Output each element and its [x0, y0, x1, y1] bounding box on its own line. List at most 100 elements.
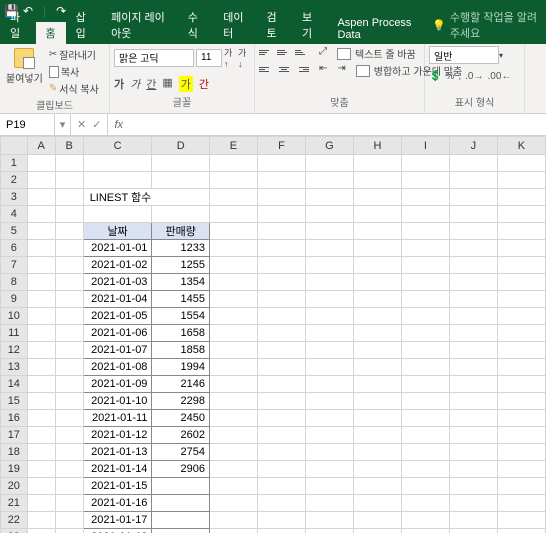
percent-format-button[interactable]: % — [445, 71, 454, 82]
row-header-23[interactable]: 23 — [1, 529, 28, 533]
cell-A15[interactable] — [27, 393, 55, 410]
cell-F15[interactable] — [257, 393, 305, 410]
cell-F12[interactable] — [257, 342, 305, 359]
cell-E6[interactable] — [209, 240, 257, 257]
column-header-D[interactable]: D — [152, 137, 210, 155]
cell-E5[interactable] — [209, 223, 257, 240]
border-button[interactable]: ▦ — [162, 76, 172, 92]
row-header-3[interactable]: 3 — [1, 189, 28, 206]
worksheet-grid[interactable]: ABCDEFGHIJK 123LINEST 함수45날짜판매량62021-01-… — [0, 136, 546, 533]
column-header-E[interactable]: E — [209, 137, 257, 155]
cell-B23[interactable] — [55, 529, 83, 533]
cell-H10[interactable] — [353, 308, 401, 325]
cell-K11[interactable] — [497, 325, 545, 342]
wrap-text-button[interactable]: 텍스트 줄 바꿈 — [337, 46, 416, 61]
cell-H17[interactable] — [353, 427, 401, 444]
cell-D18[interactable]: 2754 — [152, 444, 210, 461]
cell-G3[interactable] — [305, 189, 353, 206]
column-header-K[interactable]: K — [497, 137, 545, 155]
paste-button[interactable]: 붙여넣기 — [4, 46, 45, 87]
cell-J8[interactable] — [449, 274, 497, 291]
cell-D22[interactable] — [152, 512, 210, 529]
cell-C5[interactable]: 날짜 — [83, 223, 152, 240]
cell-H4[interactable] — [353, 206, 401, 223]
cell-J18[interactable] — [449, 444, 497, 461]
cell-I15[interactable] — [401, 393, 449, 410]
column-header-C[interactable]: C — [83, 137, 152, 155]
cell-I2[interactable] — [401, 172, 449, 189]
cell-H19[interactable] — [353, 461, 401, 478]
cell-F21[interactable] — [257, 495, 305, 512]
cell-D1[interactable] — [152, 155, 210, 172]
align-top-button[interactable] — [259, 46, 273, 58]
cell-H18[interactable] — [353, 444, 401, 461]
cell-G6[interactable] — [305, 240, 353, 257]
cell-J20[interactable] — [449, 478, 497, 495]
cell-C8[interactable]: 2021-01-03 — [83, 274, 152, 291]
cell-F23[interactable] — [257, 529, 305, 533]
cell-C18[interactable]: 2021-01-13 — [83, 444, 152, 461]
tab-file[interactable]: 파일 — [0, 6, 36, 44]
cell-E11[interactable] — [209, 325, 257, 342]
cell-A1[interactable] — [27, 155, 55, 172]
cell-G17[interactable] — [305, 427, 353, 444]
cell-F5[interactable] — [257, 223, 305, 240]
cell-F3[interactable] — [257, 189, 305, 206]
cell-F13[interactable] — [257, 359, 305, 376]
cell-E3[interactable] — [209, 189, 257, 206]
cell-K5[interactable] — [497, 223, 545, 240]
cell-F8[interactable] — [257, 274, 305, 291]
orientation-button[interactable]: ⤢ — [319, 46, 327, 61]
cell-D6[interactable]: 1233 — [152, 240, 210, 257]
cell-D17[interactable]: 2602 — [152, 427, 210, 444]
cell-C15[interactable]: 2021-01-10 — [83, 393, 152, 410]
cell-A16[interactable] — [27, 410, 55, 427]
cell-G14[interactable] — [305, 376, 353, 393]
row-header-1[interactable]: 1 — [1, 155, 28, 172]
cell-B2[interactable] — [55, 172, 83, 189]
italic-button[interactable]: 가 — [130, 76, 140, 92]
cell-I13[interactable] — [401, 359, 449, 376]
align-right-button[interactable] — [295, 63, 309, 75]
cell-B20[interactable] — [55, 478, 83, 495]
decrease-font-icon[interactable]: 가↓ — [238, 46, 250, 69]
row-header-13[interactable]: 13 — [1, 359, 28, 376]
cell-F16[interactable] — [257, 410, 305, 427]
cell-E14[interactable] — [209, 376, 257, 393]
cell-J4[interactable] — [449, 206, 497, 223]
name-box[interactable]: P19 — [0, 114, 55, 135]
cell-B22[interactable] — [55, 512, 83, 529]
cell-A17[interactable] — [27, 427, 55, 444]
row-header-17[interactable]: 17 — [1, 427, 28, 444]
cell-G4[interactable] — [305, 206, 353, 223]
cell-D10[interactable]: 1554 — [152, 308, 210, 325]
cell-J19[interactable] — [449, 461, 497, 478]
cell-E8[interactable] — [209, 274, 257, 291]
cell-A8[interactable] — [27, 274, 55, 291]
cell-D15[interactable]: 2298 — [152, 393, 210, 410]
cell-G7[interactable] — [305, 257, 353, 274]
cell-B19[interactable] — [55, 461, 83, 478]
cell-C19[interactable]: 2021-01-14 — [83, 461, 152, 478]
align-center-button[interactable] — [277, 63, 291, 75]
cell-B8[interactable] — [55, 274, 83, 291]
cell-I5[interactable] — [401, 223, 449, 240]
cell-J15[interactable] — [449, 393, 497, 410]
cell-D12[interactable]: 1858 — [152, 342, 210, 359]
cell-A12[interactable] — [27, 342, 55, 359]
cell-E13[interactable] — [209, 359, 257, 376]
cell-K19[interactable] — [497, 461, 545, 478]
cell-H14[interactable] — [353, 376, 401, 393]
cell-B15[interactable] — [55, 393, 83, 410]
cell-H8[interactable] — [353, 274, 401, 291]
cell-F6[interactable] — [257, 240, 305, 257]
cell-H6[interactable] — [353, 240, 401, 257]
accounting-format-button[interactable]: 💲 — [429, 71, 441, 82]
tab-insert[interactable]: 삽입 — [66, 6, 102, 44]
cell-D20[interactable] — [152, 478, 210, 495]
cell-D9[interactable]: 1455 — [152, 291, 210, 308]
cell-J21[interactable] — [449, 495, 497, 512]
cell-D21[interactable] — [152, 495, 210, 512]
cell-C16[interactable]: 2021-01-11 — [83, 410, 152, 427]
cell-C23[interactable]: 2021-01-18 — [83, 529, 152, 533]
